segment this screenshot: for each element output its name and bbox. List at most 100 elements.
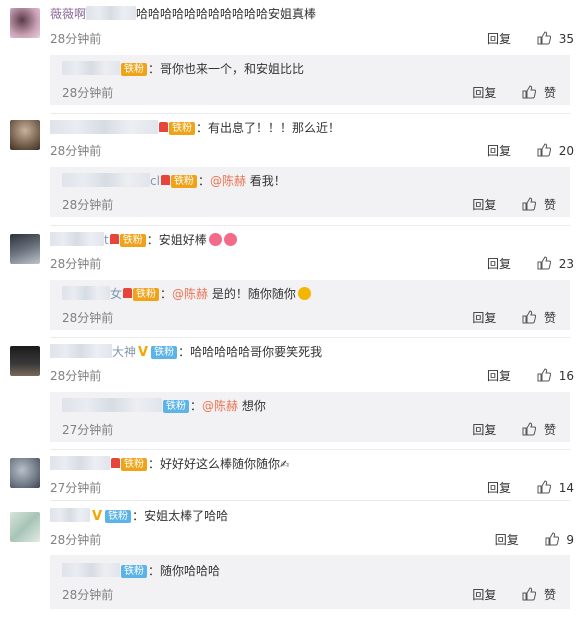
reply-box: 铁粉 ：随你哈哈哈 28分钟前 回复 赞: [50, 555, 570, 609]
commenter-name[interactable]: 薇薇啊: [50, 7, 86, 21]
comment-actions: 回复 16: [487, 367, 574, 384]
reply-button[interactable]: 回复: [472, 86, 496, 100]
reply-button[interactable]: 回复: [472, 588, 496, 602]
emoji-icon: [223, 233, 237, 246]
thumbs-up-icon[interactable]: [537, 256, 551, 270]
comment-text: 大神 V 铁粉 ：哈哈哈哈哈哥你要笑死我: [50, 344, 322, 361]
like-label: 赞: [543, 588, 556, 602]
thumbs-up-icon[interactable]: [522, 310, 537, 324]
divider: [50, 449, 570, 450]
blurred-name: [62, 173, 150, 187]
thumbs-up-icon[interactable]: [545, 532, 559, 546]
blurred-name: [50, 232, 104, 246]
reply-text: 铁粉 ：随你哈哈哈: [62, 563, 220, 579]
divider: [50, 113, 570, 114]
reply-button[interactable]: 回复: [487, 257, 511, 271]
reply-box: cl 铁粉 ：@陈赫 看我！ 28分钟前 回复 赞: [50, 167, 570, 217]
comment-text: t 铁粉 ：安姐好棒: [50, 232, 237, 248]
hand-emoji-icon: ✍: [280, 458, 290, 471]
reply-text: 铁粉 ：哥你也来一个，和安姐比比: [62, 61, 304, 77]
reply-button[interactable]: 回复: [472, 198, 496, 212]
like-count: 20: [558, 144, 574, 158]
reply-button[interactable]: 回复: [472, 311, 496, 325]
fan-badge[interactable]: 铁粉: [121, 63, 147, 76]
thumbs-up-icon[interactable]: [522, 422, 537, 436]
emoji-icon: [208, 233, 222, 246]
verified-v-icon: V: [138, 345, 149, 360]
thumbs-up-icon[interactable]: [537, 480, 551, 494]
blurred-name: [86, 6, 137, 20]
fan-badge[interactable]: 铁粉: [170, 175, 197, 188]
divider: [50, 337, 570, 338]
fan-badge[interactable]: 铁粉: [133, 288, 160, 301]
avatar[interactable]: [10, 8, 40, 38]
fan-badge[interactable]: 铁粉: [121, 458, 147, 471]
thumbs-up-icon[interactable]: [522, 587, 537, 601]
reply-actions: 回复 赞: [472, 309, 556, 326]
like-count: 14: [558, 481, 574, 495]
comment-text: V 铁粉 ：安姐太棒了哈哈: [50, 508, 228, 525]
fan-badge[interactable]: 铁粉: [105, 510, 132, 523]
fan-badge[interactable]: 铁粉: [151, 346, 178, 359]
like-label: 赞: [543, 423, 556, 437]
comment-actions: 回复 9: [495, 531, 574, 548]
blurred-name: [62, 563, 120, 577]
reply-actions: 回复 赞: [472, 196, 556, 213]
timestamp: 28分钟前: [62, 588, 114, 602]
timestamp: 28分钟前: [50, 144, 102, 158]
reply-actions: 回复 赞: [472, 586, 556, 603]
reply-button[interactable]: 回复: [487, 481, 511, 495]
mention-link[interactable]: @陈赫: [210, 174, 246, 188]
timestamp: 28分钟前: [50, 533, 102, 547]
reply-text: cl 铁粉 ：@陈赫 看我！: [62, 173, 286, 189]
fan-badge[interactable]: 铁粉: [121, 565, 147, 578]
reply-actions: 回复 赞: [472, 84, 556, 101]
divider: [50, 500, 570, 501]
crown-icon: [159, 122, 168, 132]
comment-actions: 回复 14: [487, 479, 574, 496]
timestamp: 28分钟前: [62, 311, 114, 325]
blurred-name: [50, 120, 158, 134]
crown-icon: [160, 175, 170, 185]
avatar[interactable]: [10, 512, 40, 542]
reply-button[interactable]: 回复: [472, 423, 496, 437]
reply-button[interactable]: 回复: [495, 533, 519, 547]
avatar[interactable]: [10, 234, 40, 264]
like-label: 赞: [543, 311, 556, 325]
blurred-name: [50, 456, 110, 470]
timestamp: 28分钟前: [62, 86, 114, 100]
comment-text: 铁粉 ：有出息了！！！那么近！: [50, 120, 340, 136]
thumbs-up-icon[interactable]: [522, 85, 537, 99]
timestamp: 28分钟前: [50, 369, 102, 383]
like-label: 赞: [543, 198, 556, 212]
like-count: 16: [558, 369, 574, 383]
reply-button[interactable]: 回复: [487, 144, 511, 158]
comment-actions: 回复 20: [487, 142, 574, 159]
mention-link[interactable]: @陈赫: [202, 399, 238, 413]
blurred-name: [50, 344, 112, 358]
thumbs-up-icon[interactable]: [537, 143, 551, 157]
reply-button[interactable]: 回复: [487, 369, 511, 383]
blurred-name: [50, 508, 90, 522]
comment-text: 铁粉 ：好好好这么棒随你随你✍: [50, 456, 289, 473]
thumbs-up-icon[interactable]: [522, 197, 537, 211]
reply-button[interactable]: 回复: [487, 32, 511, 46]
emoji-icon: [297, 287, 311, 300]
comment-text: 薇薇啊 哈哈哈哈哈哈哈哈哈哈哈安姐真棒: [50, 6, 317, 21]
timestamp: 28分钟前: [62, 198, 114, 212]
fan-badge[interactable]: 铁粉: [163, 400, 189, 413]
thumbs-up-icon[interactable]: [537, 368, 551, 382]
fan-badge[interactable]: 铁粉: [169, 122, 195, 135]
reply-box: 铁粉 ：哥你也来一个，和安姐比比 28分钟前 回复 赞: [50, 55, 570, 105]
timestamp: 28分钟前: [50, 32, 102, 46]
avatar[interactable]: [10, 346, 40, 376]
verified-v-icon: V: [92, 509, 103, 524]
thumbs-up-icon[interactable]: [537, 31, 551, 45]
avatar[interactable]: [10, 458, 40, 488]
reply-text: 铁粉 ：@陈赫 想你: [62, 398, 266, 414]
fan-badge[interactable]: 铁粉: [119, 234, 146, 247]
timestamp: 27分钟前: [50, 481, 102, 495]
like-label: 赞: [543, 86, 556, 100]
avatar[interactable]: [10, 120, 40, 150]
mention-link[interactable]: @陈赫: [172, 287, 208, 301]
